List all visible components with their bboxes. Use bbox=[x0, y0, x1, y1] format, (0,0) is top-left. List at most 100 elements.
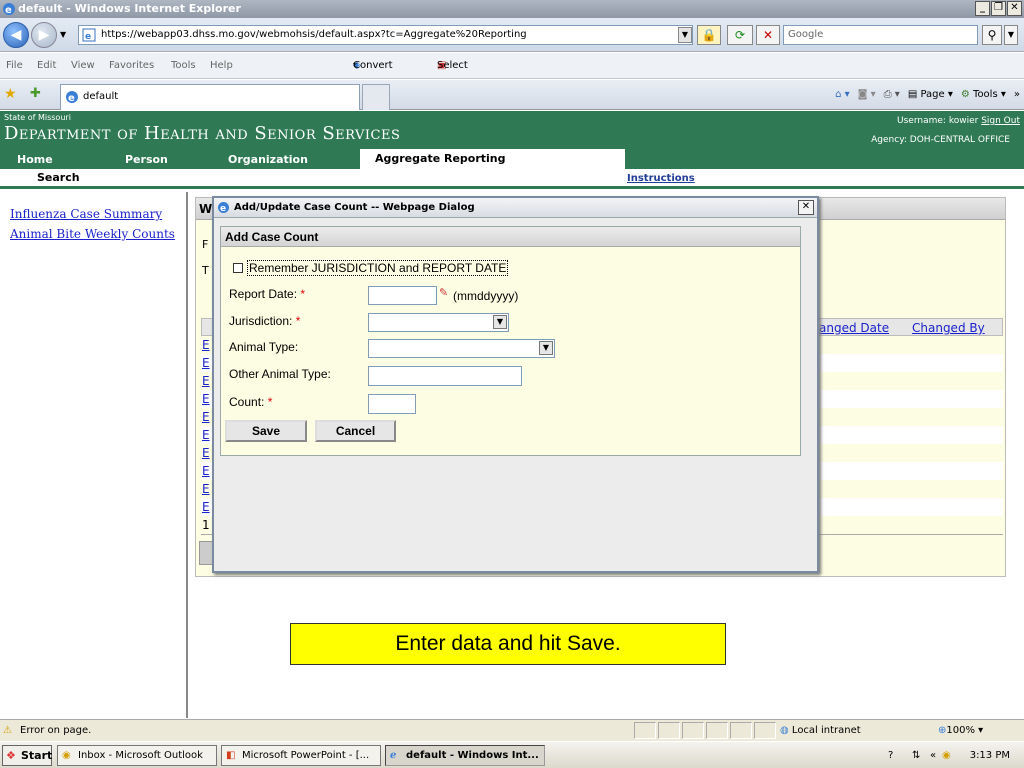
site-header: State of Missouri Department of Health a… bbox=[0, 111, 1024, 169]
help-icon[interactable]: ? bbox=[888, 744, 893, 767]
nav-person[interactable]: Person bbox=[125, 151, 168, 169]
dialog-titlebar: e Add/Update Case Count -- Webpage Dialo… bbox=[214, 198, 817, 218]
close-window-button[interactable]: ✕ bbox=[1007, 1, 1022, 16]
stop-icon[interactable]: ✕ bbox=[756, 25, 780, 45]
dialog-title: Add/Update Case Count -- Webpage Dialog bbox=[234, 202, 475, 213]
forward-button[interactable]: ▶ bbox=[31, 22, 57, 48]
chevron-down-icon: ▼ bbox=[493, 315, 507, 329]
other-animal-type-label: Other Animal Type: bbox=[229, 367, 331, 381]
lock-icon[interactable]: 🔒 bbox=[697, 25, 721, 45]
menu-view[interactable]: View bbox=[71, 53, 95, 79]
page-icon: e bbox=[82, 28, 96, 44]
col-changed-by[interactable]: Changed By bbox=[912, 321, 985, 335]
panel-footer-button[interactable] bbox=[199, 541, 213, 565]
tab-bar: ★ ✚ e default ⌂ ▾ ◙ ▾ ⎙ ▾ ▤ Page ▾ ⚙ Too… bbox=[0, 80, 1024, 110]
link-animal-bite-weekly-counts[interactable]: Animal Bite Weekly Counts bbox=[10, 227, 175, 241]
agency-info: Agency: DOH-CENTRAL OFFICE bbox=[871, 135, 1010, 145]
sign-out-link[interactable]: Sign Out bbox=[981, 116, 1020, 126]
save-button[interactable]: Save bbox=[225, 420, 307, 442]
chevron-more-icon[interactable]: » bbox=[1014, 80, 1020, 110]
url-field[interactable]: e https://webapp03.dhss.mo.gov/webmohsis… bbox=[78, 25, 693, 45]
calendar-icon[interactable]: ✎ bbox=[439, 286, 448, 299]
back-button[interactable]: ◀ bbox=[3, 22, 29, 48]
search-options-icon[interactable]: ▼ bbox=[1004, 25, 1018, 45]
url-text: https://webapp03.dhss.mo.gov/webmohsis/d… bbox=[101, 29, 527, 40]
report-date-input[interactable] bbox=[368, 286, 437, 305]
convert-button[interactable]: ◈ Convert ▾ bbox=[353, 53, 393, 79]
menu-help[interactable]: Help bbox=[210, 53, 233, 79]
state-label: State of Missouri bbox=[4, 113, 71, 122]
history-dropdown-icon[interactable]: ▼ bbox=[60, 30, 66, 39]
home-icon[interactable]: ⌂ ▾ bbox=[835, 80, 850, 110]
svg-text:e: e bbox=[220, 204, 226, 214]
menu-edit[interactable]: Edit bbox=[37, 53, 56, 79]
table-row-link[interactable]: E bbox=[202, 356, 210, 370]
link-influenza-case-summary[interactable]: Influenza Case Summary bbox=[10, 207, 162, 221]
jurisdiction-select[interactable]: ▼ bbox=[368, 313, 509, 332]
outlook-icon: ◉ bbox=[62, 750, 71, 761]
table-row-link[interactable]: E bbox=[202, 374, 210, 388]
window-title: default - Windows Internet Explorer bbox=[18, 2, 241, 15]
sub-nav: Search Instructions bbox=[0, 169, 1024, 189]
report-date-label: Report Date: * bbox=[229, 287, 306, 301]
subnav-search[interactable]: Search bbox=[37, 171, 80, 184]
tools-menu-button[interactable]: ⚙ Tools ▾ bbox=[961, 80, 1006, 110]
minimize-button[interactable]: _ bbox=[975, 1, 990, 16]
remember-label[interactable]: Remember JURISDICTION and REPORT DATE bbox=[247, 260, 509, 276]
nav-aggregate-reporting[interactable]: Aggregate Reporting bbox=[360, 149, 625, 169]
zoom-level[interactable]: ⊕100% ▾ bbox=[938, 720, 983, 742]
cancel-button[interactable]: Cancel bbox=[315, 420, 396, 442]
menu-tools[interactable]: Tools bbox=[171, 53, 196, 79]
feeds-icon[interactable]: ◙ ▾ bbox=[858, 80, 876, 110]
dialog-close-button[interactable]: ✕ bbox=[798, 200, 814, 215]
print-icon[interactable]: ⎙ ▾ bbox=[884, 80, 900, 110]
add-favorites-icon[interactable]: ✚ bbox=[30, 86, 41, 101]
table-row-link[interactable]: E bbox=[202, 446, 210, 460]
count-input[interactable] bbox=[368, 394, 416, 414]
gear-icon: ⚙ bbox=[960, 89, 970, 100]
other-animal-type-input[interactable] bbox=[368, 366, 522, 386]
browser-tab-default[interactable]: e default bbox=[60, 84, 360, 110]
agency-name: DOH-CENTRAL OFFICE bbox=[909, 135, 1010, 145]
left-nav: Influenza Case Summary Animal Bite Weekl… bbox=[0, 192, 188, 718]
menu-file[interactable]: File bbox=[6, 53, 23, 79]
table-row-link[interactable]: E bbox=[202, 410, 210, 424]
chevron-down-icon: ▼ bbox=[539, 341, 553, 355]
url-dropdown-icon[interactable]: ▼ bbox=[678, 27, 692, 43]
table-row-link[interactable]: E bbox=[202, 500, 210, 514]
instruction-note: Enter data and hit Save. bbox=[290, 623, 726, 665]
table-row-link[interactable]: E bbox=[202, 482, 210, 496]
remember-checkbox[interactable] bbox=[233, 263, 243, 273]
table-row-link[interactable]: E bbox=[202, 464, 210, 478]
warning-icon[interactable]: ⚠ bbox=[3, 720, 12, 742]
search-go-icon[interactable]: ⚲ bbox=[982, 25, 1002, 45]
taskbar-item-outlook[interactable]: ◉ Inbox - Microsoft Outlook bbox=[57, 745, 217, 766]
nav-home[interactable]: Home bbox=[17, 151, 53, 169]
tray-app-icon[interactable]: ◉ bbox=[942, 744, 951, 767]
table-row-link[interactable]: E bbox=[202, 392, 210, 406]
taskbar-item-powerpoint[interactable]: ◧ Microsoft PowerPoint - [... bbox=[221, 745, 381, 766]
favorites-star-icon[interactable]: ★ bbox=[4, 86, 17, 102]
menu-favorites[interactable]: Favorites bbox=[109, 53, 154, 79]
start-button[interactable]: ❖ Start bbox=[2, 745, 52, 766]
network-icon[interactable]: ⇅ bbox=[912, 744, 920, 767]
table-row-link[interactable]: E bbox=[202, 428, 210, 442]
new-tab-button[interactable] bbox=[362, 84, 390, 110]
status-text[interactable]: Error on page. bbox=[20, 720, 91, 742]
refresh-icon[interactable]: ⟳ bbox=[727, 25, 753, 45]
table-row-link[interactable]: E bbox=[202, 338, 210, 352]
taskbar-item-ie[interactable]: ℯ default - Windows Int... bbox=[385, 745, 545, 766]
col-changed-date[interactable]: anged Date bbox=[819, 321, 889, 335]
animal-type-label: Animal Type: bbox=[229, 340, 299, 354]
search-input[interactable]: Google bbox=[783, 25, 978, 45]
instructions-link[interactable]: Instructions bbox=[627, 173, 695, 184]
animal-type-select[interactable]: ▼ bbox=[368, 339, 555, 358]
pager-page-1[interactable]: 1 bbox=[202, 518, 210, 532]
nav-organization[interactable]: Organization bbox=[228, 151, 308, 169]
tray-expand-icon[interactable]: « bbox=[930, 744, 936, 767]
count-label: Count: * bbox=[229, 395, 273, 409]
clock: 3:13 PM bbox=[969, 750, 1010, 761]
jurisdiction-label: Jurisdiction: * bbox=[229, 314, 301, 328]
page-menu-button[interactable]: ▤ Page ▾ bbox=[908, 80, 953, 110]
restore-button[interactable]: ❐ bbox=[991, 1, 1006, 16]
